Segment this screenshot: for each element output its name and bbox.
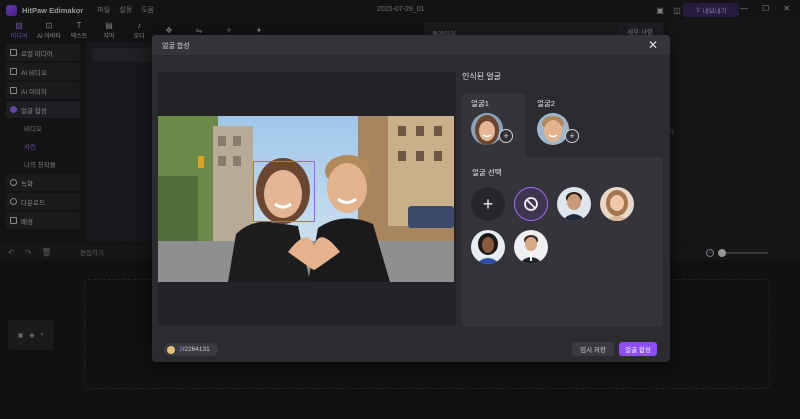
face-option-man-2[interactable] xyxy=(514,230,548,264)
face-tab-1[interactable]: 얼굴1 + xyxy=(462,93,526,157)
face-tab-label: 얼굴1 xyxy=(471,99,489,108)
temp-save-button[interactable]: 임시 저장 xyxy=(572,342,614,356)
face-swap-submit-button[interactable]: 얼굴 합성 xyxy=(619,342,657,356)
ban-icon xyxy=(524,197,538,211)
face-select-panel: 얼굴 선택 + xyxy=(462,157,663,327)
face-option-man[interactable] xyxy=(557,187,591,221)
add-custom-face-button[interactable]: + xyxy=(471,187,505,221)
recognized-faces-title: 인식된 얼굴 xyxy=(462,72,502,81)
close-icon[interactable]: ✕ xyxy=(648,38,658,52)
app-window: HitPaw Edimakor 파일 설정 도움 2025-07-29_01 ▣… xyxy=(0,0,800,419)
face-option-woman[interactable] xyxy=(600,187,634,221)
dialog-header: 얼굴 합성 ✕ xyxy=(152,35,670,55)
face-option-woman-2[interactable] xyxy=(471,230,505,264)
add-face-icon[interactable]: + xyxy=(565,129,579,143)
face-selection-box[interactable] xyxy=(253,161,315,222)
no-face-button[interactable] xyxy=(514,187,548,221)
dialog-title: 얼굴 합성 xyxy=(162,43,190,50)
face-swap-dialog: 얼굴 합성 ✕ 인식된 얼굴 얼굴1 + 얼굴2 + 얼굴 선택 + 2/226… xyxy=(152,35,670,362)
credit-counter: 2/2264131 xyxy=(164,343,218,356)
add-face-icon[interactable]: + xyxy=(499,129,513,143)
coin-icon xyxy=(167,345,175,354)
source-photo xyxy=(158,116,454,282)
face-2-thumbnail xyxy=(537,113,569,145)
dialog-footer: 2/2264131 임시 저장 얼굴 합성 xyxy=(152,337,670,362)
credit-value: 2/2264131 xyxy=(179,346,210,353)
recognized-faces: 얼굴1 + 얼굴2 + xyxy=(462,93,662,157)
face-1-thumbnail xyxy=(471,113,503,145)
face-tab-label: 얼굴2 xyxy=(537,99,555,108)
credit-total: /2264131 xyxy=(182,346,210,353)
face-tab-2[interactable]: 얼굴2 + xyxy=(528,93,592,157)
plus-icon: + xyxy=(482,193,494,214)
face-select-title: 얼굴 선택 xyxy=(472,168,502,177)
